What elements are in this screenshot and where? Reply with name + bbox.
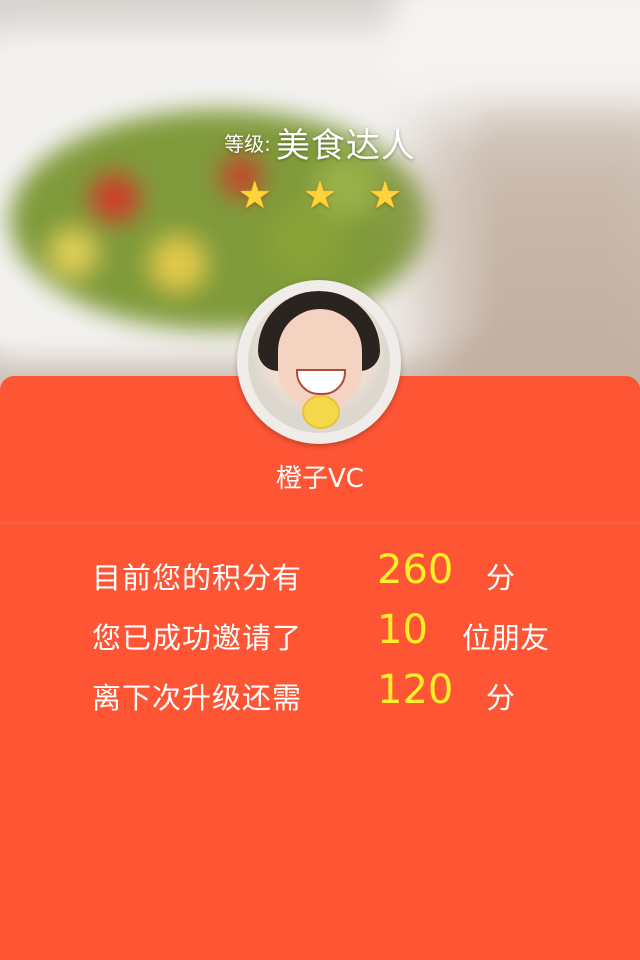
stat-value: 120 [377, 667, 454, 713]
stat-label: 目前您的积分有 [92, 561, 303, 595]
stat-value: 10 [377, 607, 428, 653]
stat-unit: 分 [486, 681, 516, 715]
stat-row-next-level: 离下次升级还需 120 分 [0, 665, 640, 717]
star-icon: ★ [237, 173, 272, 217]
avatar[interactable] [237, 280, 401, 444]
stat-row-invites: 您已成功邀请了 10 位朋友 [0, 605, 640, 657]
level-name: 美食达人 [275, 126, 416, 166]
level-title: 等级: 美食达人 [0, 118, 640, 167]
stat-label: 您已成功邀请了 [92, 621, 303, 655]
stat-unit: 分 [486, 561, 516, 595]
stat-unit: 位朋友 [462, 621, 550, 655]
level-label: 等级: [224, 132, 271, 156]
stat-row-points: 目前您的积分有 260 分 [0, 545, 640, 597]
avatar-photo [248, 291, 390, 433]
card-divider [0, 522, 640, 524]
level-stars: ★ ★ ★ [0, 176, 640, 214]
username: 橙子VC [276, 464, 364, 494]
avatar-lemon-shape [302, 395, 340, 429]
stat-value: 260 [377, 547, 454, 593]
stat-label: 离下次升级还需 [92, 681, 303, 715]
star-icon: ★ [368, 173, 403, 217]
plate-shape-secondary [390, 0, 640, 110]
star-icon: ★ [302, 173, 338, 217]
